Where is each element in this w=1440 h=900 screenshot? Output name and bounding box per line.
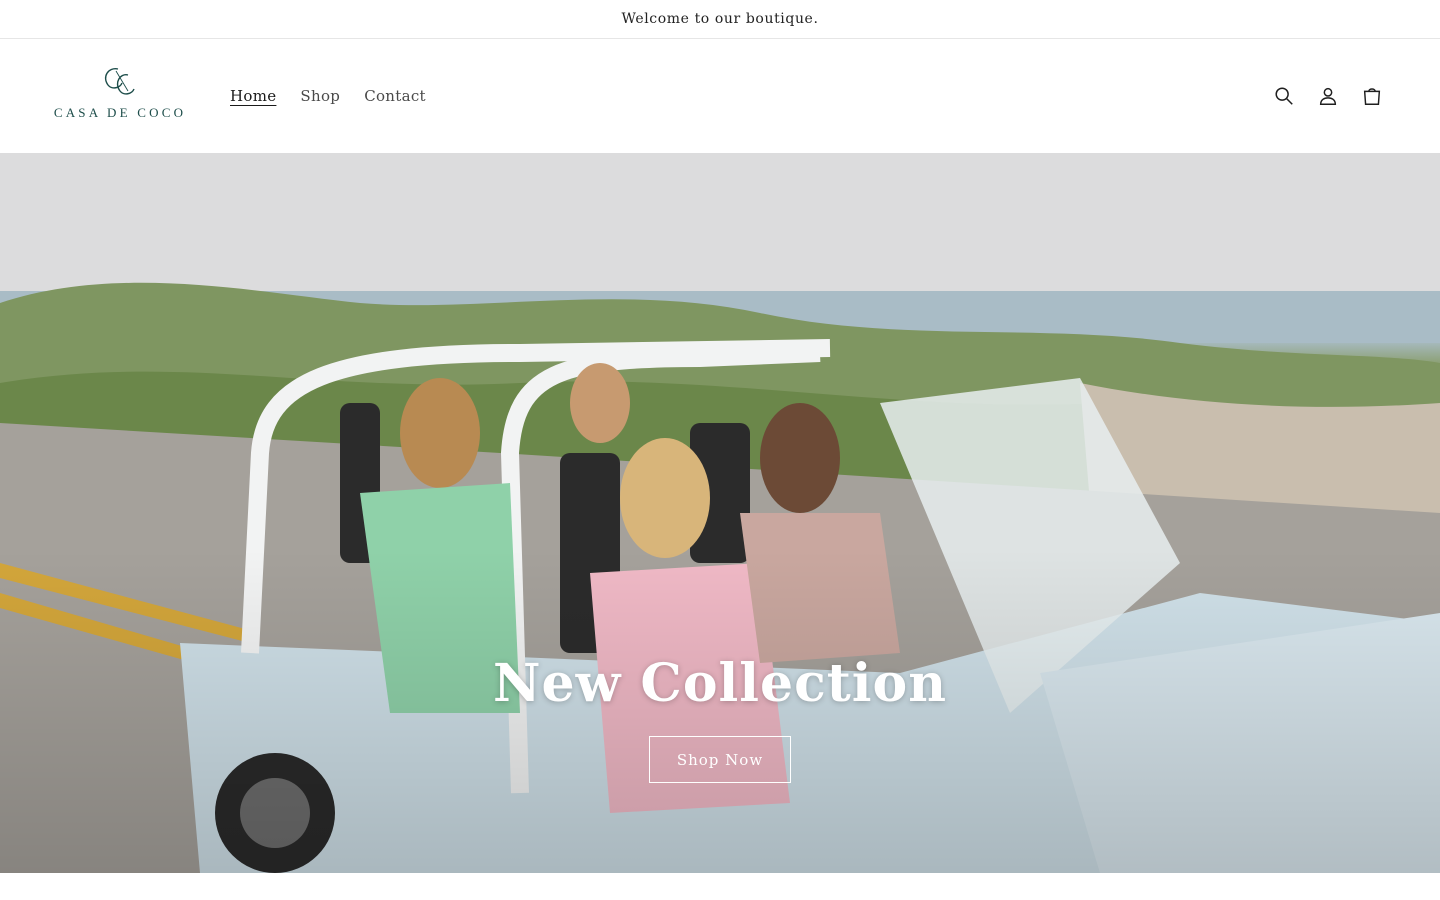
page-continuation <box>0 873 1440 900</box>
brand-logo[interactable]: CASA DE COCO <box>44 61 196 133</box>
account-button[interactable] <box>1316 84 1340 108</box>
nav-item-home[interactable]: Home <box>230 87 276 105</box>
nav-item-contact[interactable]: Contact <box>364 87 426 105</box>
shop-now-button[interactable]: Shop Now <box>649 736 791 783</box>
nav-item-shop[interactable]: Shop <box>300 87 340 105</box>
announcement-bar: Welcome to our boutique. <box>0 0 1440 39</box>
main-navigation: Home Shop Contact <box>230 39 426 153</box>
search-icon <box>1275 87 1293 105</box>
header-actions <box>1272 39 1384 153</box>
hero-title: New Collection <box>492 653 948 714</box>
announcement-text: Welcome to our boutique. <box>621 11 819 27</box>
account-icon <box>1319 87 1337 105</box>
logo-text: CASA DE COCO <box>53 105 187 120</box>
cart-icon <box>1363 88 1381 105</box>
cart-button[interactable] <box>1360 84 1384 108</box>
search-button[interactable] <box>1272 84 1296 108</box>
hero-banner: New Collection Shop Now <box>0 153 1440 873</box>
logo-monogram-icon <box>104 68 135 95</box>
site-header: CASA DE COCO Home Shop Contact <box>0 39 1440 153</box>
